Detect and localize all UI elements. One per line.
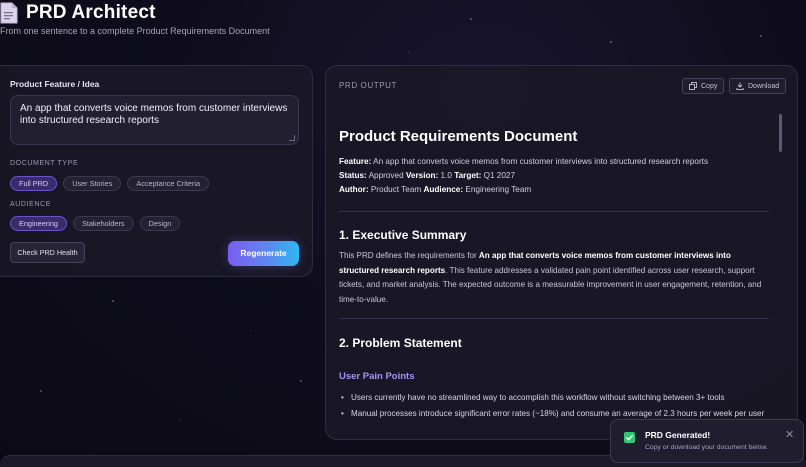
doc-title: Product Requirements Document: [339, 128, 578, 145]
meta-target-key: Target:: [454, 171, 482, 180]
output-label: PRD OUTPUT: [339, 81, 397, 90]
meta-version-value: 1.0: [440, 171, 452, 180]
toast-title: PRD Generated!: [645, 430, 711, 440]
chip-user-stories[interactable]: User Stories: [63, 176, 122, 191]
meta-author-key: Author:: [339, 185, 369, 194]
check-prd-health-button[interactable]: Check PRD Health: [10, 242, 85, 263]
meta-status-key: Status:: [339, 171, 367, 180]
meta-feature: Feature: An app that converts voice memo…: [339, 157, 708, 166]
divider: [339, 318, 769, 319]
chip-full-prd[interactable]: Full PRD: [10, 176, 58, 191]
prd-document: Product Requirements Document Feature: A…: [339, 126, 779, 432]
meta-audience-value: Engineering Team: [465, 185, 532, 194]
document-type-label: DOCUMENT TYPE: [10, 160, 79, 167]
audience-chips: Engineering Stakeholders Design: [10, 216, 181, 231]
meta-version-key: Version:: [405, 171, 439, 180]
meta-author: Author: Product Team Audience: Engineeri…: [339, 185, 531, 194]
meta-feature-key: Feature:: [339, 157, 372, 166]
chip-engineering[interactable]: Engineering: [10, 216, 67, 231]
copy-icon: [689, 82, 697, 90]
divider: [339, 211, 769, 212]
idea-field-label: Product Feature / Idea: [10, 79, 100, 89]
star-decoration: [180, 420, 181, 421]
idea-textarea[interactable]: An app that converts voice memos from cu…: [10, 95, 299, 145]
app-header: PRD Architect From one sentence to a com…: [0, 0, 806, 60]
audience-label: AUDIENCE: [10, 201, 51, 208]
executive-summary-text: This PRD defines the requirements for An…: [339, 249, 769, 307]
chip-design[interactable]: Design: [139, 216, 181, 231]
doc-scrollbar[interactable]: [779, 114, 782, 152]
download-button[interactable]: Download: [729, 78, 787, 94]
star-decoration: [250, 330, 251, 331]
download-label: Download: [748, 82, 780, 90]
chip-acceptance-criteria[interactable]: Acceptance Criteria: [127, 176, 210, 191]
title-row: PRD Architect: [0, 2, 156, 24]
regenerate-button[interactable]: Regenerate: [228, 241, 299, 266]
download-icon: [736, 82, 744, 90]
user-pain-points-heading: User Pain Points: [339, 371, 415, 382]
document-type-chips: Full PRD User Stories Acceptance Criteri…: [10, 176, 210, 191]
list-item: Users currently have no streamlined way …: [339, 392, 779, 403]
document-icon: [0, 2, 18, 24]
star-decoration: [112, 300, 114, 302]
resize-handle-icon[interactable]: [289, 135, 295, 141]
output-panel: PRD OUTPUT Copy Download Product Require…: [325, 65, 798, 440]
meta-author-value: Product Team: [370, 185, 422, 194]
app-subtitle: From one sentence to a complete Product …: [0, 26, 270, 36]
success-toast: PRD Generated! Copy or download your doc…: [610, 419, 804, 463]
meta-status: Status: Approved Version: 1.0 Target: Q1…: [339, 171, 515, 180]
star-decoration: [300, 380, 302, 382]
copy-label: Copy: [701, 82, 718, 90]
star-decoration: [40, 390, 42, 392]
meta-feature-value: An app that converts voice memos from cu…: [373, 157, 709, 166]
idea-text: An app that converts voice memos from cu…: [20, 103, 288, 126]
toast-message: Copy or download your document below.: [645, 444, 768, 451]
meta-status-value: Approved: [368, 171, 404, 180]
meta-audience-key: Audience:: [423, 185, 464, 194]
close-icon[interactable]: ✕: [785, 428, 794, 441]
summary-pre: This PRD defines the requirements for: [339, 251, 477, 260]
section-problem-statement-heading: 2. Problem Statement: [339, 336, 462, 350]
section-executive-summary-heading: 1. Executive Summary: [339, 228, 467, 242]
list-item: Manual processes introduce significant e…: [339, 408, 779, 419]
input-panel: Product Feature / Idea An app that conve…: [0, 65, 313, 277]
app-title: PRD Architect: [26, 2, 156, 23]
chip-stakeholders[interactable]: Stakeholders: [72, 216, 134, 231]
checkmark-icon: [624, 432, 635, 443]
meta-target-value: Q1 2027: [483, 171, 516, 180]
copy-button[interactable]: Copy: [682, 78, 725, 94]
